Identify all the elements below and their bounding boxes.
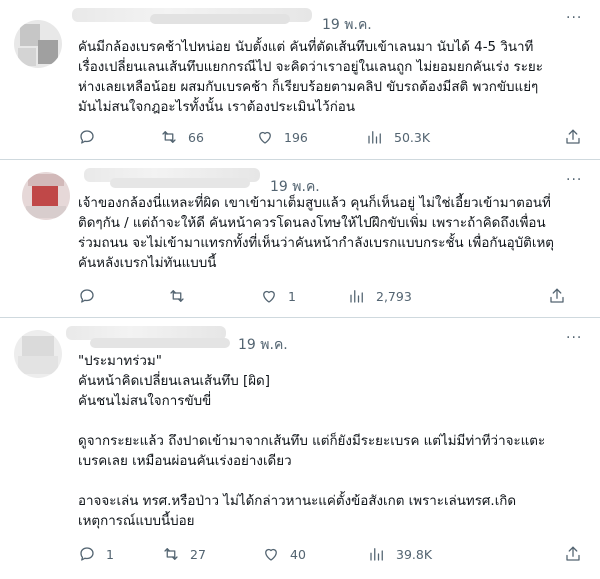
tweet[interactable]: 19 พ.ค. ··· คันมีกล้องเบรคช้าไปหน่อย นับ… [0, 0, 600, 160]
retweet-button[interactable] [168, 287, 186, 305]
like-count: 40 [290, 546, 306, 562]
more-icon[interactable]: ··· [566, 10, 582, 26]
views-count: 50.3K [394, 129, 431, 145]
views-icon [368, 131, 381, 144]
retweet-icon [164, 548, 178, 560]
share-icon [566, 546, 580, 561]
tweet-date[interactable]: 19 พ.ค. [322, 14, 372, 36]
reply-icon [80, 289, 94, 303]
views-count: 39.8K [396, 546, 433, 562]
share-icon [550, 288, 564, 303]
views-icon [350, 290, 363, 303]
like-count: 1 [288, 288, 296, 304]
views-button[interactable]: 39.8K [368, 545, 432, 563]
like-button[interactable]: 196 [256, 128, 308, 146]
more-icon[interactable]: ··· [566, 172, 582, 188]
share-button[interactable] [548, 287, 566, 305]
like-icon [259, 131, 271, 144]
like-button[interactable]: 1 [260, 287, 296, 305]
reply-button[interactable] [78, 128, 96, 146]
share-icon [566, 129, 580, 144]
reply-button[interactable] [78, 287, 96, 305]
avatar[interactable] [14, 330, 62, 378]
tweet-actions: 1 27 40 39.8K [78, 545, 583, 565]
tweet-text: "ประมาทร่วม" คันหน้าคิดเปลี่ยนเลนเส้นทึบ… [78, 354, 546, 529]
blurred-handle [90, 338, 230, 348]
tweet[interactable]: 19 พ.ค. ··· "ประมาทร่วม" คันหน้าคิดเปลี่… [0, 318, 600, 579]
like-icon [265, 548, 277, 561]
tweet-text: คันมีกล้องเบรคช้าไปหน่อย นับตั้งแต่ คันท… [78, 40, 543, 115]
views-icon [370, 548, 383, 561]
share-button[interactable] [564, 545, 582, 563]
views-button[interactable]: 2,793 [348, 287, 412, 305]
like-button[interactable]: 40 [262, 545, 306, 563]
like-count: 196 [284, 129, 308, 145]
tweet-actions: 66 196 50.3K [78, 128, 583, 148]
reply-icon [80, 547, 94, 561]
reply-count: 1 [106, 546, 114, 562]
retweet-count: 27 [190, 546, 206, 562]
like-icon [263, 290, 275, 303]
retweet-icon [170, 290, 184, 302]
tweet[interactable]: 19 พ.ค. ··· เจ้าของกล้องนี่แหละที่ผิด เข… [0, 160, 600, 318]
share-button[interactable] [564, 128, 582, 146]
avatar[interactable] [14, 20, 62, 68]
retweet-icon [162, 131, 176, 143]
views-count: 2,793 [376, 288, 412, 304]
blurred-handle [110, 178, 250, 188]
retweet-button[interactable]: 27 [162, 545, 206, 563]
retweet-count: 66 [188, 129, 204, 145]
more-icon[interactable]: ··· [566, 330, 582, 346]
tweet-actions: 1 2,793 [78, 287, 583, 307]
reply-icon [80, 130, 94, 144]
avatar[interactable] [22, 172, 70, 220]
views-button[interactable]: 50.3K [366, 128, 430, 146]
retweet-button[interactable]: 66 [160, 128, 204, 146]
tweet-text: เจ้าของกล้องนี่แหละที่ผิด เขาเข้ามาเต็มส… [78, 196, 554, 271]
reply-button[interactable]: 1 [78, 545, 114, 563]
blurred-handle [150, 14, 290, 24]
